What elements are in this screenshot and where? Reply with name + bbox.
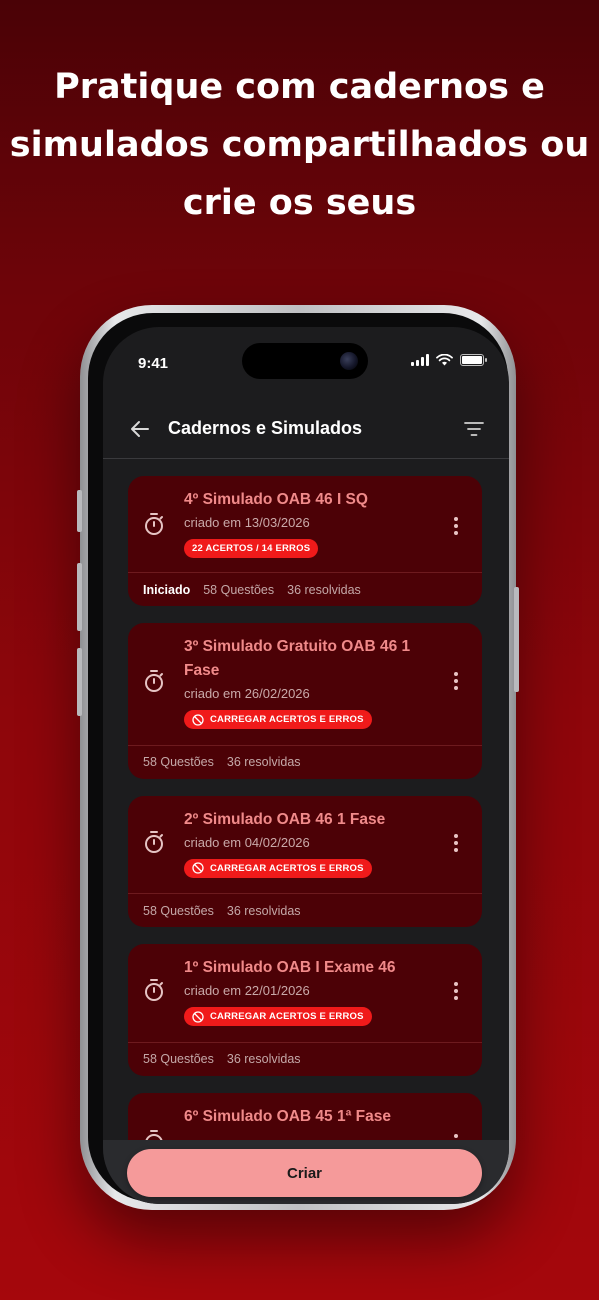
- stopwatch-icon: [145, 979, 163, 1001]
- card-date: criado em 04/02/2026: [184, 834, 310, 850]
- create-button[interactable]: Criar: [127, 1149, 482, 1197]
- camera-icon: [340, 352, 358, 370]
- phone-frame: 9:41 Cadernos e Simulados 4º Simulado OA…: [77, 305, 519, 1210]
- card-footer: Iniciado 58 Questões 36 resolvidas: [128, 572, 482, 606]
- score-badge-label: 22 ACERTOS / 14 ERROS: [192, 543, 311, 554]
- stopwatch-icon: [145, 670, 163, 692]
- power-button: [514, 587, 519, 692]
- headline-line-2: simulados compartilhados ou: [9, 125, 590, 165]
- signal-icon: [411, 354, 429, 366]
- phone-bezel: 9:41 Cadernos e Simulados 4º Simulado OA…: [88, 313, 509, 1204]
- status-time: 9:41: [138, 355, 169, 372]
- card-title: 4º Simulado OAB 46 I SQ: [184, 491, 368, 508]
- app-bar: Cadernos e Simulados: [103, 399, 509, 459]
- volume-down-button: [77, 648, 82, 716]
- card-title: 1º Simulado OAB I Exame 46: [184, 959, 396, 976]
- card-footer: 58 Questões 36 resolvidas: [128, 744, 482, 779]
- card-questions: 58 Questões: [143, 1052, 214, 1066]
- card-date: criado em 22/01/2026: [184, 983, 310, 998]
- stopwatch-icon: [145, 830, 163, 853]
- back-button[interactable]: [123, 412, 157, 446]
- more-options-button[interactable]: [446, 667, 466, 695]
- eye-off-icon: [192, 1010, 204, 1023]
- stopwatch-icon: [145, 513, 163, 535]
- card-date: criado em 26/02/2026: [184, 686, 310, 701]
- card-title: 6º Simulado OAB 45 1ª Fase: [184, 1107, 391, 1125]
- page-title: Cadernos e Simulados: [168, 418, 363, 438]
- battery-icon: [460, 354, 487, 366]
- eye-off-icon: [192, 862, 204, 874]
- card-resolved: 36 resolvidas: [226, 903, 301, 918]
- eye-off-icon: [192, 713, 204, 726]
- volume-up-button: [77, 563, 82, 631]
- card-questions: 58 Questões: [143, 903, 214, 918]
- card-header: 1º Simulado OAB I Exame 46 criado em 22/…: [128, 944, 482, 1042]
- status-icons: [411, 354, 487, 366]
- card-header: 3º Simulado Gratuito OAB 46 1 Fase criad…: [128, 623, 482, 745]
- filter-button[interactable]: [457, 412, 491, 446]
- card-header: 6º Simulado OAB 45 1ª Fase: [128, 1093, 482, 1152]
- headline-line-1: Pratique com cadernos e: [54, 67, 545, 107]
- load-results-label: CARREGAR ACERTOS E ERROS: [210, 714, 364, 725]
- card-questions: 58 Questões: [203, 582, 275, 597]
- card-title: 3º Simulado Gratuito OAB 46 1 Fase: [184, 638, 411, 679]
- list-item[interactable]: 4º Simulado OAB 46 I SQ criado em 13/03/…: [128, 476, 482, 606]
- headline-line-3: crie os seus: [182, 183, 417, 223]
- filter-icon: [464, 421, 484, 436]
- list-item[interactable]: 3º Simulado Gratuito OAB 46 1 Fase criad…: [128, 623, 482, 779]
- card-header: 4º Simulado OAB 46 I SQ criado em 13/03/…: [128, 476, 482, 572]
- list-item[interactable]: 2º Simulado OAB 46 1 Fase criado em 04/0…: [128, 795, 482, 927]
- arrow-left-icon: [131, 420, 149, 437]
- score-badge: 22 ACERTOS / 14 ERROS: [184, 539, 319, 558]
- card-title: 2º Simulado OAB 46 1 Fase: [184, 810, 386, 828]
- load-results-button[interactable]: CARREGAR ACERTOS E ERROS: [184, 858, 372, 878]
- more-options-button[interactable]: [446, 977, 466, 1005]
- action-button: [77, 490, 82, 532]
- card-resolved: 36 resolvidas: [287, 582, 361, 597]
- dynamic-island: [242, 343, 368, 379]
- card-footer: 58 Questões 36 resolvidas: [128, 1041, 482, 1076]
- notebook-list: 4º Simulado OAB 46 I SQ criado em 13/03/…: [128, 476, 482, 1190]
- card-header: 2º Simulado OAB 46 1 Fase criado em 04/0…: [128, 796, 482, 894]
- load-results-label: CARREGAR ACERTOS E ERROS: [210, 862, 364, 874]
- load-results-button[interactable]: CARREGAR ACERTOS E ERROS: [184, 710, 372, 729]
- phone-screen: 9:41 Cadernos e Simulados 4º Simulado OA…: [103, 327, 509, 1204]
- card-resolved: 36 resolvidas: [226, 1052, 301, 1066]
- card-footer: 58 Questões 36 resolvidas: [128, 893, 482, 927]
- load-results-label: CARREGAR ACERTOS E ERROS: [210, 1011, 364, 1022]
- card-resolved: 36 resolvidas: [226, 755, 301, 769]
- wifi-icon: [436, 354, 453, 366]
- promo-headline: Pratique com cadernos e simulados compar…: [0, 58, 599, 232]
- list-item[interactable]: 1º Simulado OAB I Exame 46 criado em 22/…: [128, 944, 482, 1076]
- card-questions: 58 Questões: [143, 755, 214, 769]
- card-status: Iniciado: [143, 582, 191, 597]
- card-date: criado em 13/03/2026: [184, 515, 310, 530]
- load-results-button[interactable]: CARREGAR ACERTOS E ERROS: [184, 1007, 372, 1026]
- more-options-button[interactable]: [446, 512, 466, 540]
- more-options-button[interactable]: [446, 829, 466, 857]
